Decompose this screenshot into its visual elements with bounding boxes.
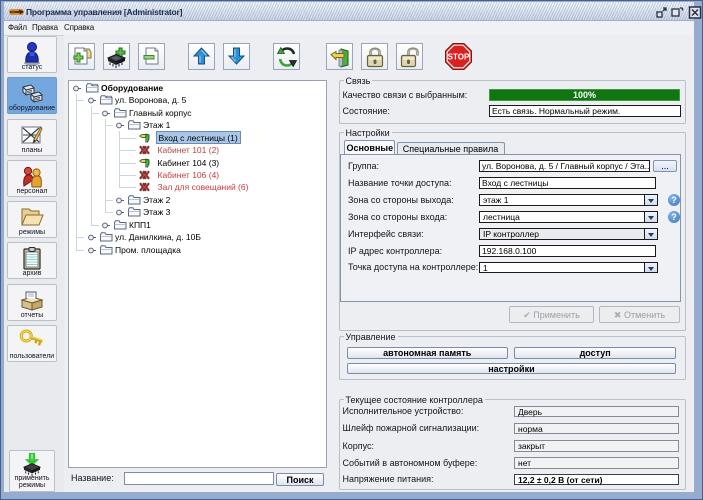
svg-text:STOP: STOP xyxy=(448,53,470,62)
